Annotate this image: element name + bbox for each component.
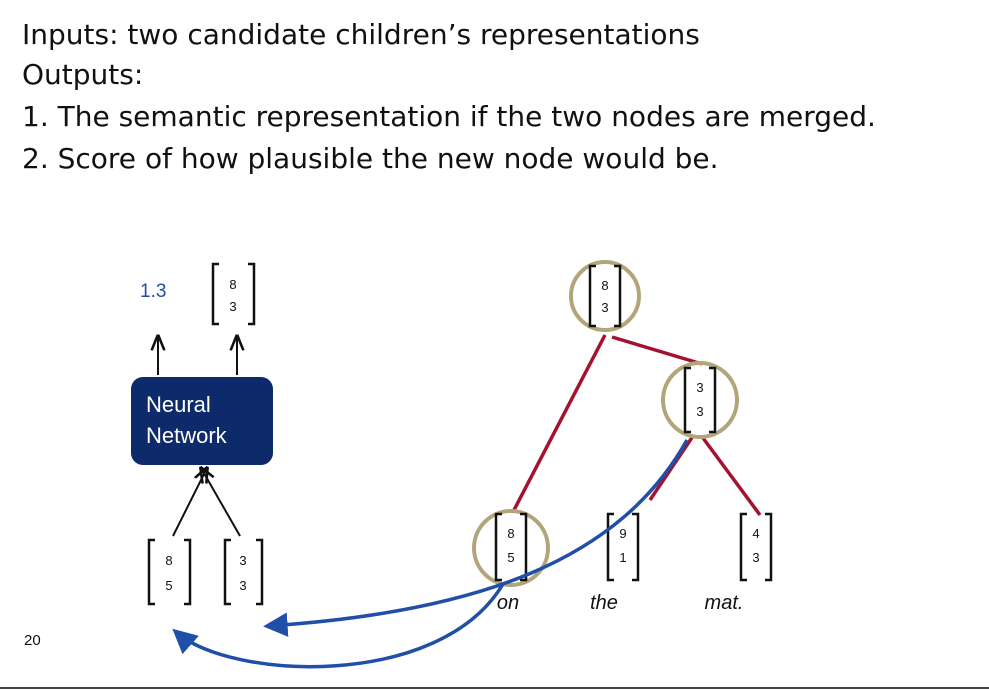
right-input-vector: 3 3: [223, 538, 264, 606]
root-vector-value-1: 8: [601, 278, 608, 293]
left-input-value-1: 8: [165, 553, 172, 568]
root-vector: 8 3: [588, 264, 622, 328]
left-input-value-2: 5: [165, 578, 172, 593]
left-input-vector: 8 5: [147, 538, 192, 606]
root-highlight-circle: [569, 260, 641, 332]
leaf-on-highlight-circle: [472, 509, 550, 587]
edge-mid-leaf-mat: [701, 436, 762, 517]
recursive-nn-diagram: 8 3 3 3 8 5 9 1 4 3 on the mat. Neural N…: [131, 260, 773, 669]
mid-vector: 3 3: [683, 366, 717, 434]
bottom-divider: [0, 687, 989, 689]
leaf-the-vector: 9 1: [606, 512, 640, 582]
leaf-mat-value-2: 3: [752, 550, 759, 565]
leaf-the-value-1: 9: [619, 526, 626, 541]
edge-root-mid: [611, 335, 703, 366]
plausibility-score: 1.3: [140, 281, 166, 302]
right-input-value-1: 3: [239, 553, 246, 568]
leaf-mat-vector: 4 3: [739, 512, 773, 582]
nn-label-line-1: Neural: [146, 392, 211, 417]
output-vector-value-2: 3: [229, 299, 236, 314]
neural-network-box: [131, 377, 273, 465]
edge-mid-leaf-the: [648, 435, 695, 501]
word-on: on: [497, 592, 519, 614]
tree-edges: [512, 334, 762, 517]
nn-label-line-2: Network: [146, 423, 228, 448]
mid-vector-value-2: 3: [696, 404, 703, 419]
leaf-on-value-1: 8: [507, 526, 514, 541]
right-input-value-2: 3: [239, 578, 246, 593]
leaf-the-value-2: 1: [619, 550, 626, 565]
word-the: the: [590, 592, 618, 614]
slide-number: 20: [24, 632, 41, 649]
word-mat: mat.: [705, 592, 744, 614]
root-vector-value-2: 3: [601, 300, 608, 315]
leaf-on-vector: 8 5: [494, 512, 528, 582]
mid-vector-value-1: 3: [696, 380, 703, 395]
right-input-arrow: [201, 468, 241, 537]
leaf-mat-value-1: 4: [752, 526, 759, 541]
edge-root-leaf-on: [512, 334, 607, 511]
leaf-on-value-2: 5: [507, 550, 514, 565]
output-vector-value-1: 8: [229, 277, 236, 292]
left-input-arrow: [172, 468, 207, 537]
mid-highlight-circle: [661, 361, 739, 439]
output-vector: 8 3: [211, 262, 256, 326]
